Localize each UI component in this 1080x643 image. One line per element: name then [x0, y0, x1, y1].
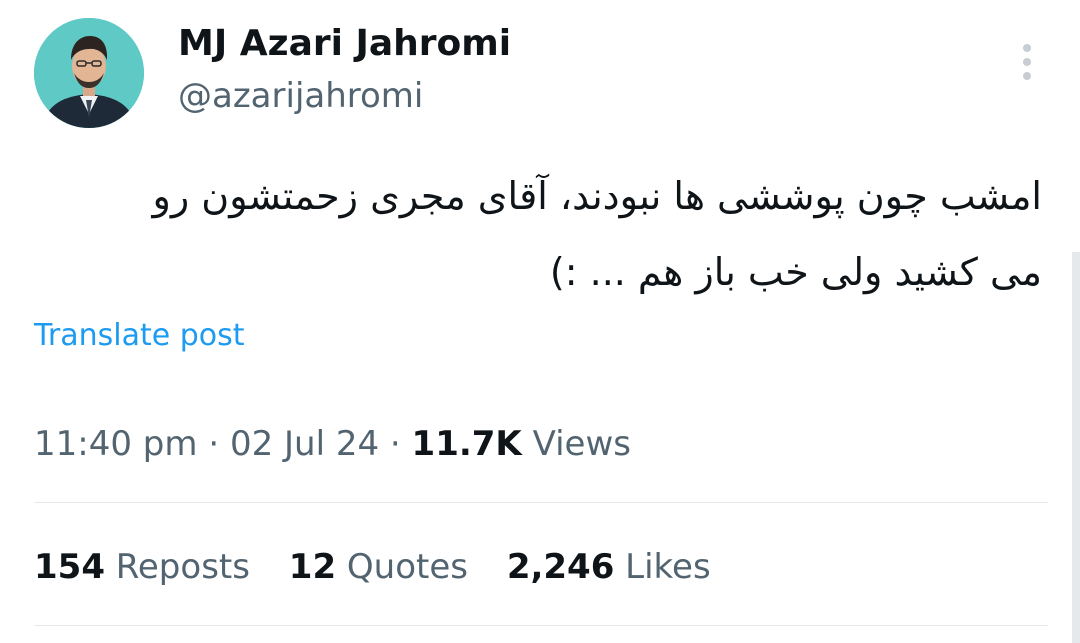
reposts-count: 154 — [34, 547, 105, 587]
likes-label: Likes — [625, 547, 711, 587]
author-handle[interactable]: @azarijahromi — [178, 74, 423, 118]
more-options-button[interactable] — [1012, 40, 1042, 84]
tweet-text-line: امشب چون پوششی ها نبودند، آقای مجری زحمت… — [152, 174, 1042, 218]
quotes-count: 12 — [288, 547, 337, 587]
tweet-text: امشب چون پوششی ها نبودند، آقای مجری زحمت… — [42, 158, 1042, 310]
meta-separator: · — [389, 424, 401, 464]
reposts-label: Reposts — [115, 547, 250, 587]
views-label: Views — [532, 424, 631, 464]
tweet-meta: 11:40 pm · 02 Jul 24 · 11.7K Views — [34, 421, 631, 467]
profile-photo-icon — [34, 18, 144, 128]
quotes-label: Quotes — [346, 547, 468, 587]
engagement-stats: 154 Reposts 12 Quotes 2,246 Likes — [34, 544, 739, 590]
reposts-stat[interactable]: 154 Reposts — [34, 544, 250, 590]
divider — [34, 502, 1048, 503]
likes-stat[interactable]: 2,246 Likes — [507, 544, 711, 590]
quotes-stat[interactable]: 12 Quotes — [289, 544, 468, 590]
post-date[interactable]: 02 Jul 24 — [230, 424, 379, 464]
scrollbar[interactable] — [1072, 252, 1080, 643]
views-count: 11.7K — [411, 424, 522, 464]
meta-separator: · — [208, 424, 220, 464]
post-time[interactable]: 11:40 pm — [34, 424, 198, 464]
author-display-name[interactable]: MJ Azari Jahromi — [178, 22, 511, 66]
divider — [34, 625, 1048, 626]
translate-post-link[interactable]: Translate post — [34, 316, 245, 356]
avatar[interactable] — [34, 18, 144, 128]
likes-count: 2,246 — [506, 547, 615, 587]
tweet-text-line: می کشید ولی خب باز هم ... :) — [549, 250, 1042, 294]
